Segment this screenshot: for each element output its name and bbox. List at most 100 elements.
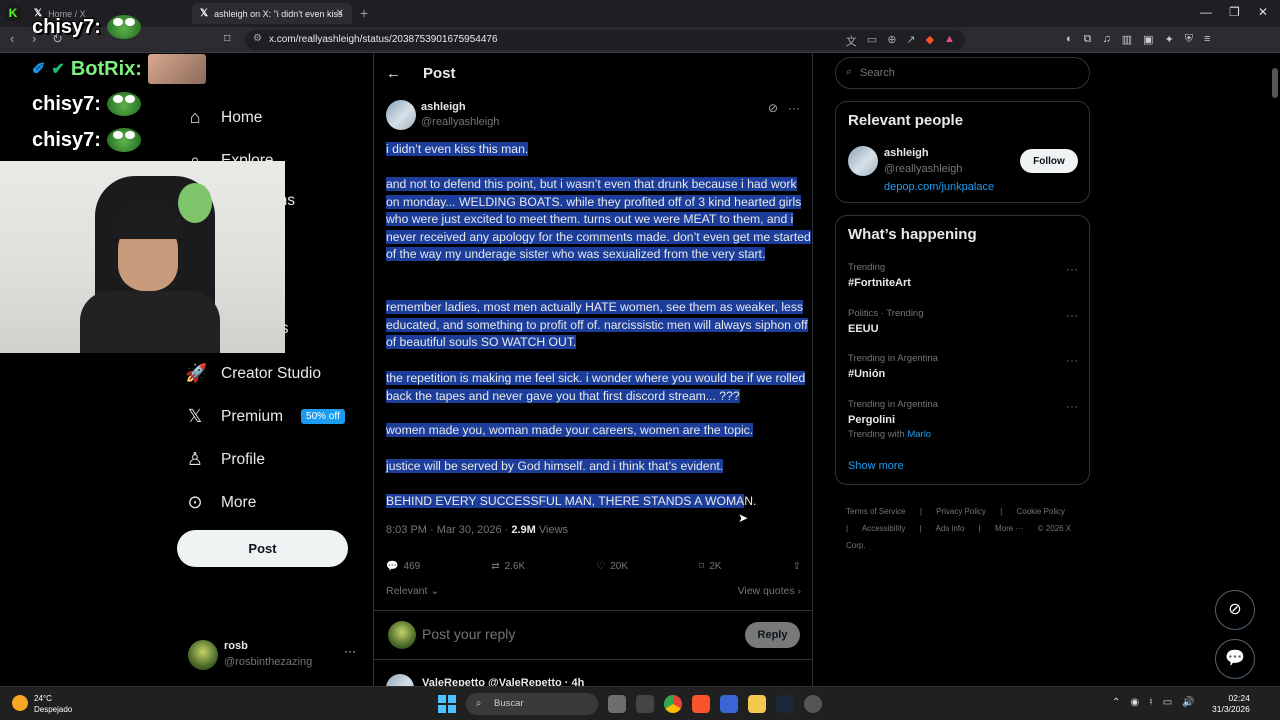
brave-icon[interactable] (692, 695, 710, 713)
weather-widget[interactable]: 24°C Despejado (12, 693, 72, 715)
close-tab-icon[interactable]: ✕ (336, 8, 344, 19)
footer-link[interactable]: Cookie Policy (1016, 507, 1064, 516)
scrollbar-thumb[interactable] (1272, 68, 1278, 98)
more-dots-icon[interactable]: ··· (1066, 262, 1078, 276)
maximize-icon[interactable]: ❐ (1229, 5, 1240, 19)
repost-action[interactable]: ⇄ 2.6K (491, 561, 525, 572)
repost-icon: ⇄ (491, 561, 500, 572)
person-name[interactable]: ashleigh (884, 147, 929, 159)
store-icon[interactable] (720, 695, 738, 713)
search-input[interactable]: ⌕ Search (835, 57, 1090, 89)
cast-icon[interactable]: ▭ (867, 33, 877, 49)
face-emote-icon (147, 54, 206, 84)
reply-action[interactable]: 💬 469 (386, 561, 420, 572)
sidebar-item-premium[interactable]: 𝕏 Premium 50% off (185, 406, 345, 427)
back-arrow-icon[interactable]: ← (386, 65, 401, 82)
post-paragraph: women made you, woman made your careers,… (386, 423, 754, 437)
footer-link[interactable]: Accessibility (862, 524, 906, 533)
brave-shield-icon[interactable]: ◆ (926, 33, 934, 49)
obs-icon[interactable] (804, 695, 822, 713)
trend-item[interactable]: Trending #FortniteArt ··· (848, 262, 1078, 289)
close-window-icon[interactable]: ✕ (1258, 5, 1268, 19)
search-icon: ⌕ (846, 66, 853, 78)
scrollbar[interactable] (1272, 58, 1278, 678)
minimize-icon[interactable]: — (1200, 5, 1212, 19)
discord-icon[interactable]: ◉ (1130, 697, 1139, 708)
menu-icon[interactable]: ≡ (1204, 33, 1210, 46)
card-title: Relevant people (848, 112, 964, 129)
show-more-link[interactable]: Show more (848, 460, 904, 472)
like-action[interactable]: ♡ 20K (596, 561, 628, 572)
author-name[interactable]: ashleigh (421, 101, 466, 113)
trend-item[interactable]: Trending in Argentina #Unión ··· (848, 353, 1078, 380)
system-clock[interactable]: 02:24 31/3/2026 (1212, 693, 1250, 715)
zoom-icon[interactable]: ⊕ (887, 33, 896, 49)
browser-tab-post[interactable]: 𝕏 ashleigh on X: "i didn't even kiss ✕ (192, 3, 352, 24)
brave-rewards-icon[interactable]: ▲ (944, 33, 955, 49)
terminal-icon[interactable] (636, 695, 654, 713)
account-switcher[interactable]: rosb @rosbinthezazing ··· (186, 636, 361, 676)
volume-icon[interactable]: 🔊 (1182, 697, 1194, 708)
leo-ai-icon[interactable]: ✦ (1165, 33, 1174, 46)
network-icon[interactable]: ▭ (1163, 697, 1172, 708)
translate-icon[interactable]: 文 (846, 33, 857, 49)
more-dots-icon[interactable]: ··· (1066, 353, 1078, 367)
footer-link[interactable]: Privacy Policy (936, 507, 986, 516)
post-paragraph: and not to defend this point, but i wasn… (386, 177, 811, 262)
avatar[interactable] (848, 146, 878, 176)
compose-post-button[interactable]: Post (177, 530, 348, 567)
trend-item[interactable]: Politics · Trending EEUU ··· (848, 308, 1078, 335)
author-avatar[interactable] (386, 100, 416, 130)
wallet-icon[interactable]: ▣ (1143, 33, 1153, 46)
view-count: 2.9M (511, 524, 536, 536)
footer-link[interactable]: More ··· (995, 524, 1023, 533)
bookmark-action[interactable]: ⌑ 2K (699, 561, 721, 572)
grok-fab-icon[interactable]: ⊘ (1215, 590, 1255, 630)
extension-icon[interactable]: ◐ (1066, 33, 1073, 46)
footer-link[interactable]: Ads info (936, 524, 965, 533)
back-icon[interactable]: ‹ (10, 31, 14, 46)
follow-button[interactable]: Follow (1020, 149, 1078, 173)
kick-icon[interactable]: K (5, 5, 21, 21)
person-icon: ♙ (186, 449, 204, 469)
footer-link[interactable]: Terms of Service (846, 507, 906, 516)
messages-fab-icon[interactable]: 💬 (1215, 639, 1255, 679)
reply-button[interactable]: Reply (745, 622, 800, 648)
sort-dropdown[interactable]: Relevant ⌄ (386, 585, 439, 597)
music-icon[interactable]: ♫ (1103, 33, 1111, 46)
bookmark-page-icon[interactable]: ⌑ (224, 31, 231, 47)
share-action[interactable]: ⇪ (793, 561, 801, 572)
site-info-icon[interactable]: ⚙ (253, 33, 262, 44)
file-explorer-icon[interactable] (748, 695, 766, 713)
sidebar-item-more[interactable]: ⊙ More (185, 492, 256, 513)
view-quotes-link[interactable]: View quotes › (738, 585, 801, 597)
vpn-icon[interactable]: ⛨ (1185, 33, 1193, 46)
extension-icon[interactable]: ⧉ (1084, 33, 1092, 46)
task-view-icon[interactable] (608, 695, 626, 713)
more-dots-icon[interactable]: ··· (1066, 308, 1078, 322)
trend-item[interactable]: Trending in Argentina Pergolini Trending… (848, 399, 1078, 440)
chat-user: chisy7: (32, 128, 101, 151)
sidebar-item-label: More (221, 493, 257, 511)
chrome-icon[interactable] (664, 695, 682, 713)
person-handle[interactable]: @reallyashleigh (884, 163, 962, 175)
steam-icon[interactable] (776, 695, 794, 713)
more-dots-icon[interactable]: ··· (788, 101, 800, 115)
person-link[interactable]: depop.com/junkpalace (884, 181, 994, 193)
more-dots-icon[interactable]: ··· (1066, 399, 1078, 413)
taskbar-search[interactable]: ⌕ Buscar (466, 693, 598, 715)
grok-icon[interactable]: ⊘ (768, 101, 778, 115)
share-icon[interactable]: ↗ (906, 33, 915, 49)
sidebar-toggle-icon[interactable]: ▥ (1122, 33, 1132, 46)
sidebar-item-home[interactable]: ⌂ Home (185, 107, 263, 128)
new-tab-icon[interactable]: + (360, 5, 368, 21)
more-dots-icon[interactable]: ··· (344, 644, 356, 658)
address-bar[interactable]: ⚙ x.com/reallyashleigh/status/2038753901… (245, 30, 965, 50)
mic-icon[interactable]: ♮ (1149, 697, 1153, 708)
reply-input[interactable]: Post your reply (422, 626, 515, 642)
author-handle[interactable]: @reallyashleigh (421, 116, 499, 128)
sidebar-item-profile[interactable]: ♙ Profile (185, 449, 265, 470)
tray-chevron-icon[interactable]: ⌃ (1112, 697, 1120, 708)
sidebar-item-creator-studio[interactable]: 🚀 Creator Studio (185, 363, 321, 384)
windows-start-icon[interactable] (438, 695, 456, 713)
